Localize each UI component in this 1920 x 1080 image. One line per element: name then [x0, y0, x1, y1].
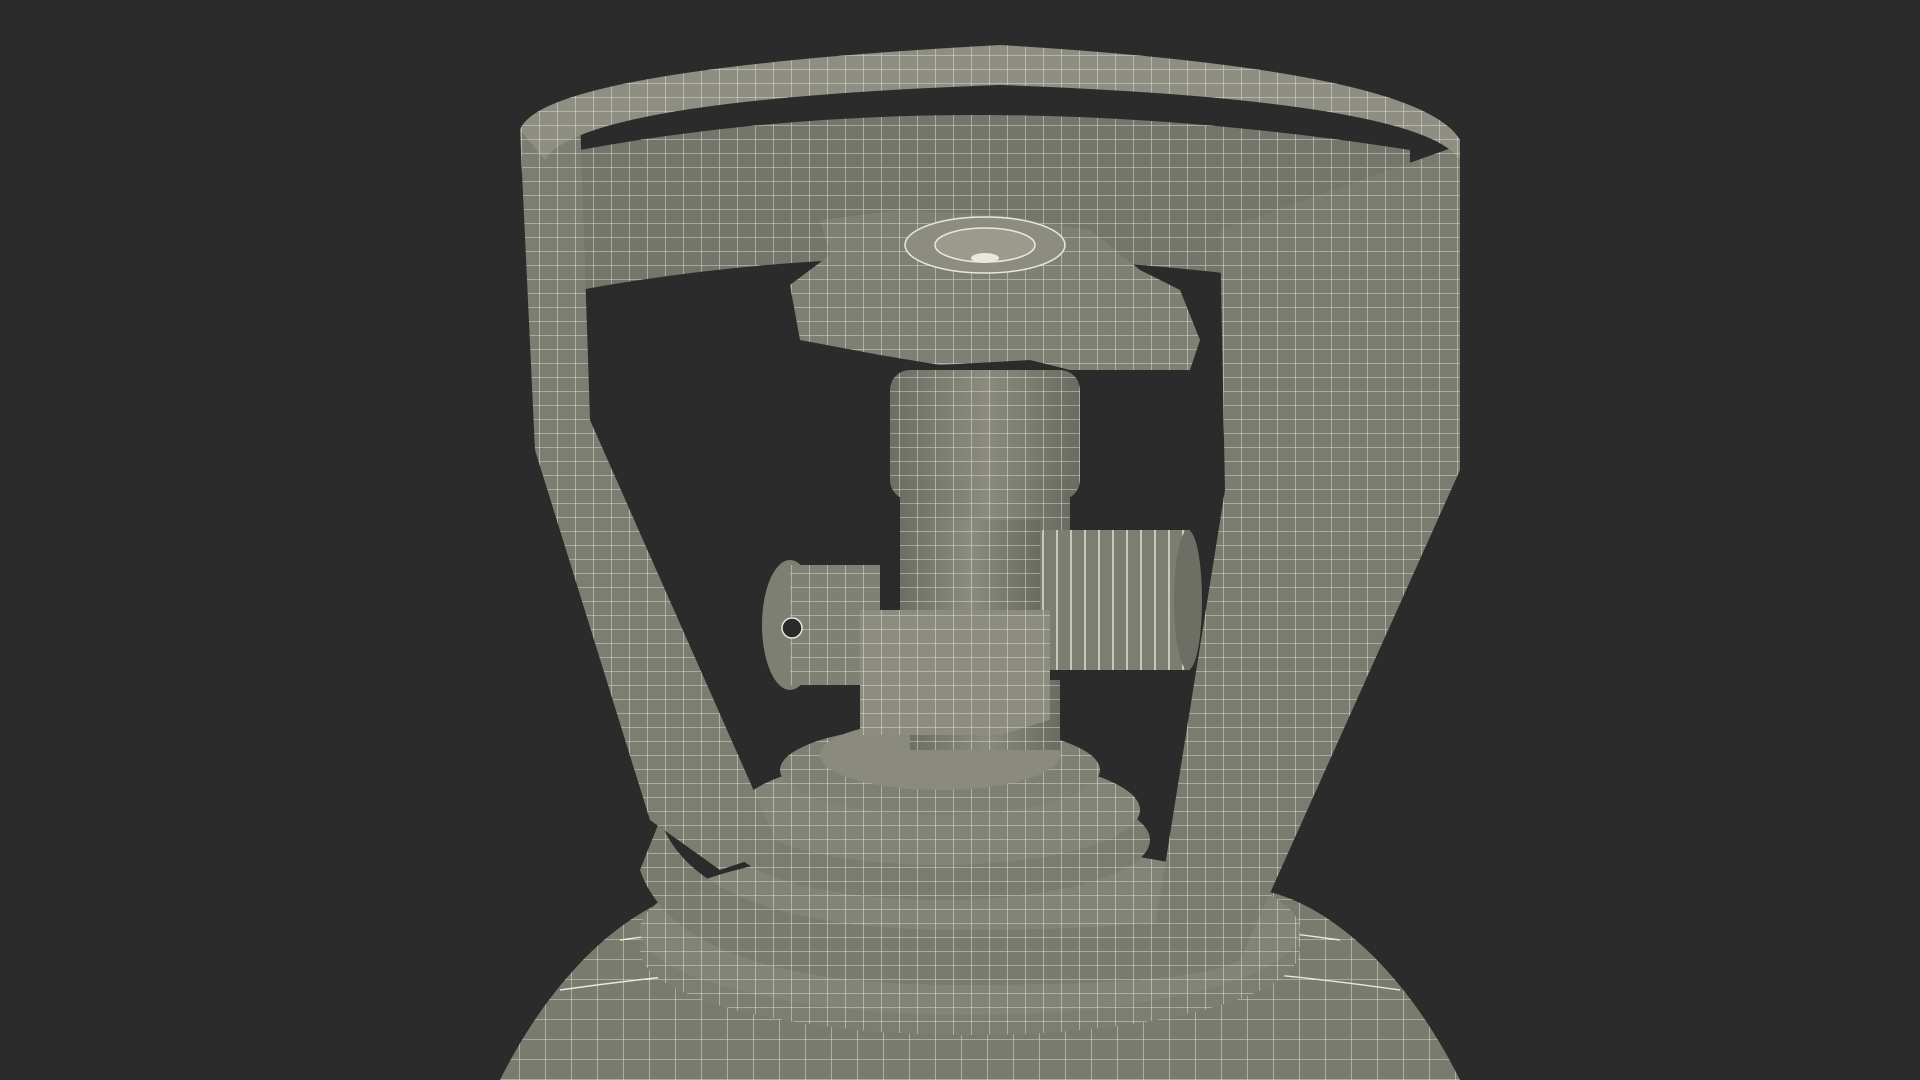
outlet-hole-icon: [781, 617, 803, 639]
right-threaded-outlet: [1040, 530, 1202, 670]
viewport: [0, 0, 1920, 1080]
valve-block: [860, 520, 1050, 735]
wireframe-render: [500, 45, 1460, 1080]
